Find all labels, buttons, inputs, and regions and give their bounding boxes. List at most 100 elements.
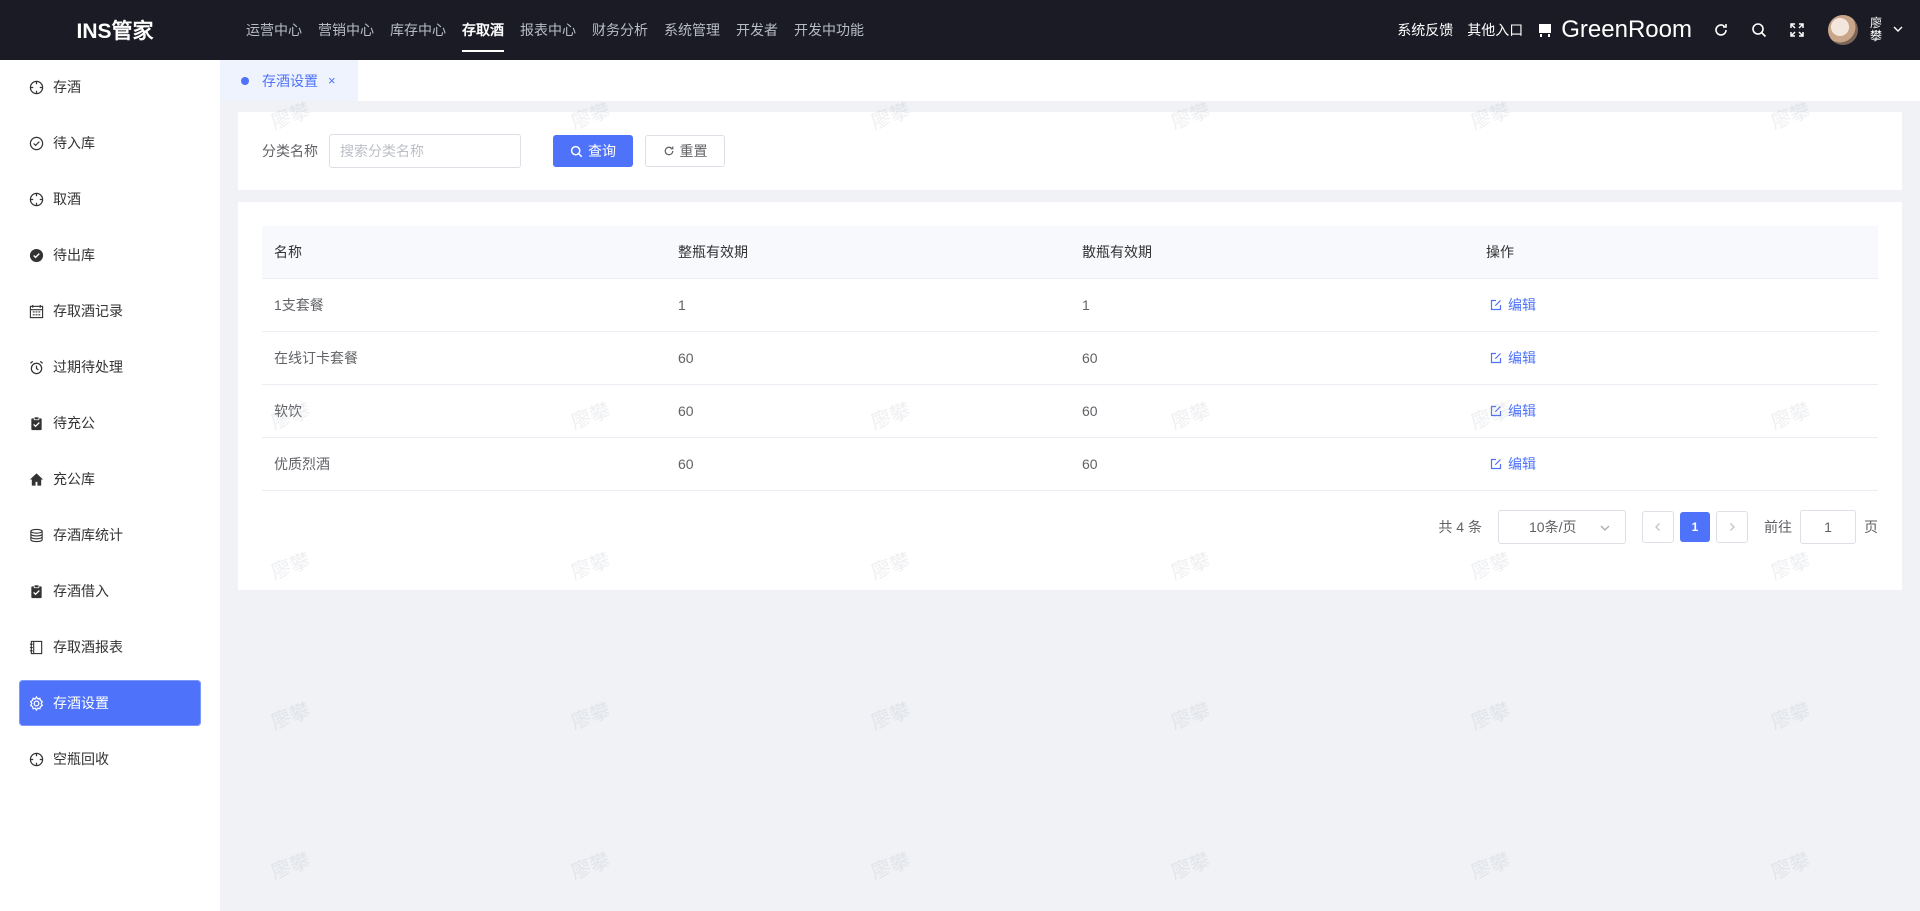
table-row: 软饮 60 60 编辑	[262, 384, 1878, 438]
nav-operations[interactable]: 运营中心	[246, 0, 302, 60]
sidebar-item-store-wine[interactable]: 存酒	[19, 64, 201, 110]
search-icon[interactable]	[1748, 19, 1770, 41]
store-icon	[1537, 22, 1553, 38]
sidebar-item-label: 存取酒记录	[53, 303, 123, 319]
nav-system[interactable]: 系统管理	[664, 0, 720, 60]
store-name: GreenRoom	[1561, 16, 1692, 43]
cell-actions: 编辑	[1474, 331, 1878, 385]
sidebar-item-report[interactable]: 存取酒报表	[19, 624, 201, 670]
edit-icon	[1490, 352, 1502, 363]
nav-finance[interactable]: 财务分析	[592, 0, 648, 60]
page-size-value: 10条/页	[1529, 519, 1577, 535]
column-header-name: 名称	[262, 226, 666, 279]
cell-whole-bottle: 60	[666, 384, 1070, 438]
sidebar-item-statistics[interactable]: 存酒库统计	[19, 512, 201, 558]
watermark-text: 廖攀	[568, 849, 614, 885]
refresh-icon[interactable]	[1710, 19, 1732, 41]
chevron-right-icon	[1730, 523, 1735, 531]
clipboard-check-icon	[28, 415, 44, 431]
sidebar-item-label: 存酒	[53, 79, 81, 95]
settings-table: 名称 整瓶有效期 散瓶有效期 操作 1支套餐 1 1 编辑 在线订卡套餐 60 …	[262, 226, 1878, 491]
watermark-text: 廖攀	[868, 699, 914, 735]
sidebar-item-label: 取酒	[53, 191, 81, 207]
edit-button[interactable]: 编辑	[1486, 454, 1536, 474]
page-number-current[interactable]: 1	[1680, 512, 1710, 542]
nav-developer[interactable]: 开发者	[736, 0, 778, 60]
sidebar-item-take-wine[interactable]: 取酒	[19, 176, 201, 222]
sidebar-item-label: 待充公	[53, 415, 95, 431]
pagination-total: 共 4 条	[1438, 519, 1482, 535]
refresh-icon	[664, 146, 673, 156]
tab-wine-settings[interactable]: 存酒设置 ×	[220, 60, 358, 101]
alarm-clock-icon	[28, 359, 44, 375]
cell-whole-bottle: 1	[666, 278, 1070, 332]
sidebar-item-pending-confiscate[interactable]: 待充公	[19, 400, 201, 446]
edit-button[interactable]: 编辑	[1486, 295, 1536, 315]
edit-icon	[1490, 405, 1502, 416]
feedback-link[interactable]: 系统反馈	[1397, 20, 1453, 40]
sidebar-item-pending-out[interactable]: 待出库	[19, 232, 201, 278]
prev-page-button[interactable]	[1642, 511, 1674, 543]
pagination: 共 4 条 10条/页 1 前往 页	[1438, 510, 1878, 544]
reset-button-label: 重置	[679, 143, 708, 159]
sidebar-item-confiscated[interactable]: 充公库	[19, 456, 201, 502]
nav-reports[interactable]: 报表中心	[520, 0, 576, 60]
sidebar-item-borrow[interactable]: 存酒借入	[19, 568, 201, 614]
page-size-select[interactable]: 10条/页	[1498, 510, 1626, 544]
edit-icon	[1490, 299, 1502, 310]
gear-icon	[28, 695, 44, 711]
watermark-text: 廖攀	[1468, 849, 1514, 885]
tab-label: 存酒设置	[262, 72, 318, 89]
edit-button[interactable]: 编辑	[1486, 401, 1536, 421]
watermark-text: 廖攀	[1768, 849, 1814, 885]
cell-name: 在线订卡套餐	[262, 331, 666, 385]
sidebar-item-pending-in[interactable]: 待入库	[19, 120, 201, 166]
search-icon	[570, 145, 583, 157]
edit-button[interactable]: 编辑	[1486, 348, 1536, 368]
goto-page-input[interactable]	[1800, 510, 1856, 544]
watermark-text: 廖攀	[268, 849, 314, 885]
top-nav: 运营中心 营销中心 库存中心 存取酒 报表中心 财务分析 系统管理 开发者 开发…	[246, 0, 880, 60]
other-entry-link[interactable]: 其他入口	[1467, 20, 1523, 40]
cell-actions: 编辑	[1474, 384, 1878, 438]
cell-open-bottle: 60	[1070, 437, 1474, 491]
cell-name: 优质烈酒	[262, 437, 666, 491]
sidebar-item-label: 存取酒报表	[53, 639, 123, 655]
watermark-text: 廖攀	[1168, 849, 1214, 885]
cell-whole-bottle: 60	[666, 331, 1070, 385]
user-name[interactable]: 廖攀	[1870, 17, 1884, 43]
reset-button[interactable]: 重置	[645, 135, 725, 167]
nav-marketing[interactable]: 营销中心	[318, 0, 374, 60]
watermark-text: 廖攀	[268, 699, 314, 735]
sidebar-item-settings[interactable]: 存酒设置	[19, 680, 201, 726]
database-icon	[28, 527, 44, 543]
next-page-button[interactable]	[1716, 511, 1748, 543]
nav-inventory[interactable]: 库存中心	[390, 0, 446, 60]
table-row: 1支套餐 1 1 编辑	[262, 278, 1878, 332]
check-circle-filled-icon	[28, 247, 44, 263]
sidebar-item-records[interactable]: 存取酒记录	[19, 288, 201, 334]
category-search-input[interactable]	[329, 134, 521, 168]
chevron-down-icon[interactable]	[1892, 22, 1904, 38]
watermark-text: 廖攀	[568, 699, 614, 735]
sidebar-item-bottle-recycle[interactable]: 空瓶回收	[19, 736, 201, 782]
tab-active-dot	[241, 76, 249, 85]
sidebar-item-expired[interactable]: 过期待处理	[19, 344, 201, 390]
nav-in-development[interactable]: 开发中功能	[794, 0, 864, 60]
store-switcher[interactable]: GreenRoom	[1537, 16, 1692, 44]
query-button[interactable]: 查询	[553, 135, 633, 167]
watermark-text: 廖攀	[868, 849, 914, 885]
fullscreen-icon[interactable]	[1786, 19, 1808, 41]
cell-name: 软饮	[262, 384, 666, 438]
sidebar-item-label: 过期待处理	[53, 359, 123, 375]
notebook-icon	[28, 639, 44, 655]
close-icon[interactable]: ×	[328, 73, 336, 88]
home-icon	[28, 471, 44, 487]
column-header-whole-bottle: 整瓶有效期	[666, 226, 1070, 279]
sidebar-item-label: 充公库	[53, 471, 95, 487]
search-panel: 分类名称 查询 重置	[238, 112, 1902, 190]
nav-wine-storage[interactable]: 存取酒	[462, 0, 504, 60]
avatar[interactable]	[1828, 15, 1858, 45]
chevron-down-icon	[1599, 521, 1611, 537]
query-button-label: 查询	[588, 143, 616, 159]
